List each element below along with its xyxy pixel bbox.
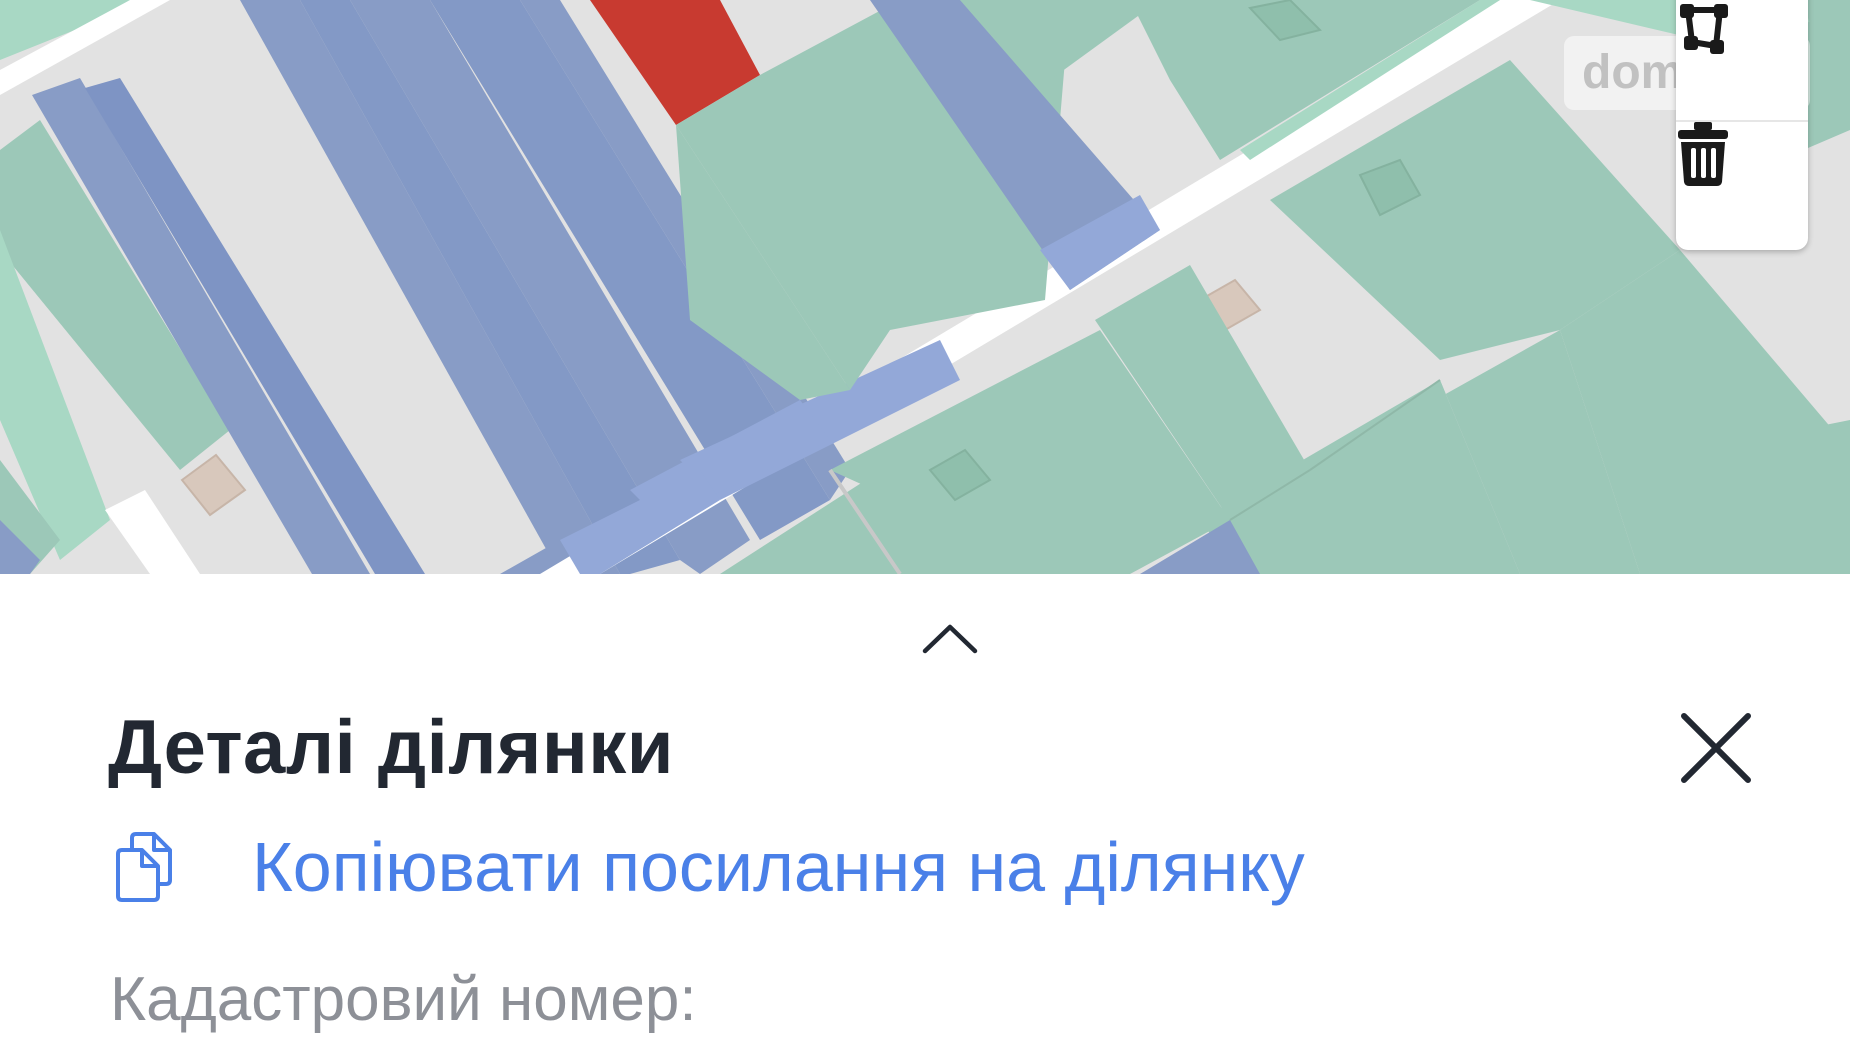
chevron-up-icon: [922, 624, 978, 654]
expand-sheet-handle[interactable]: [918, 618, 982, 658]
app-root: dom Деталі ділянки Копіювати посилання н…: [0, 0, 1850, 1040]
close-button[interactable]: [1672, 704, 1760, 792]
cadastral-number-label: Кадастровий номер:: [110, 965, 697, 1034]
copy-link-label: Копіювати посилання на ділянку: [252, 828, 1305, 906]
close-icon: [1681, 713, 1751, 783]
trash-icon: [1678, 122, 1728, 186]
copy-icon: [110, 827, 180, 907]
clear-button[interactable]: [1676, 120, 1808, 246]
sheet-title: Деталі ділянки: [108, 705, 674, 790]
polygon-icon: [1680, 4, 1728, 54]
copy-parcel-link[interactable]: Копіювати посилання на ділянку: [110, 812, 1305, 922]
area-select-button[interactable]: [1676, 0, 1808, 120]
map-tools-panel: [1676, 0, 1808, 250]
parcel-details-sheet: Деталі ділянки Копіювати посилання на ді…: [0, 574, 1850, 1040]
cadastral-map[interactable]: dom: [0, 0, 1850, 574]
